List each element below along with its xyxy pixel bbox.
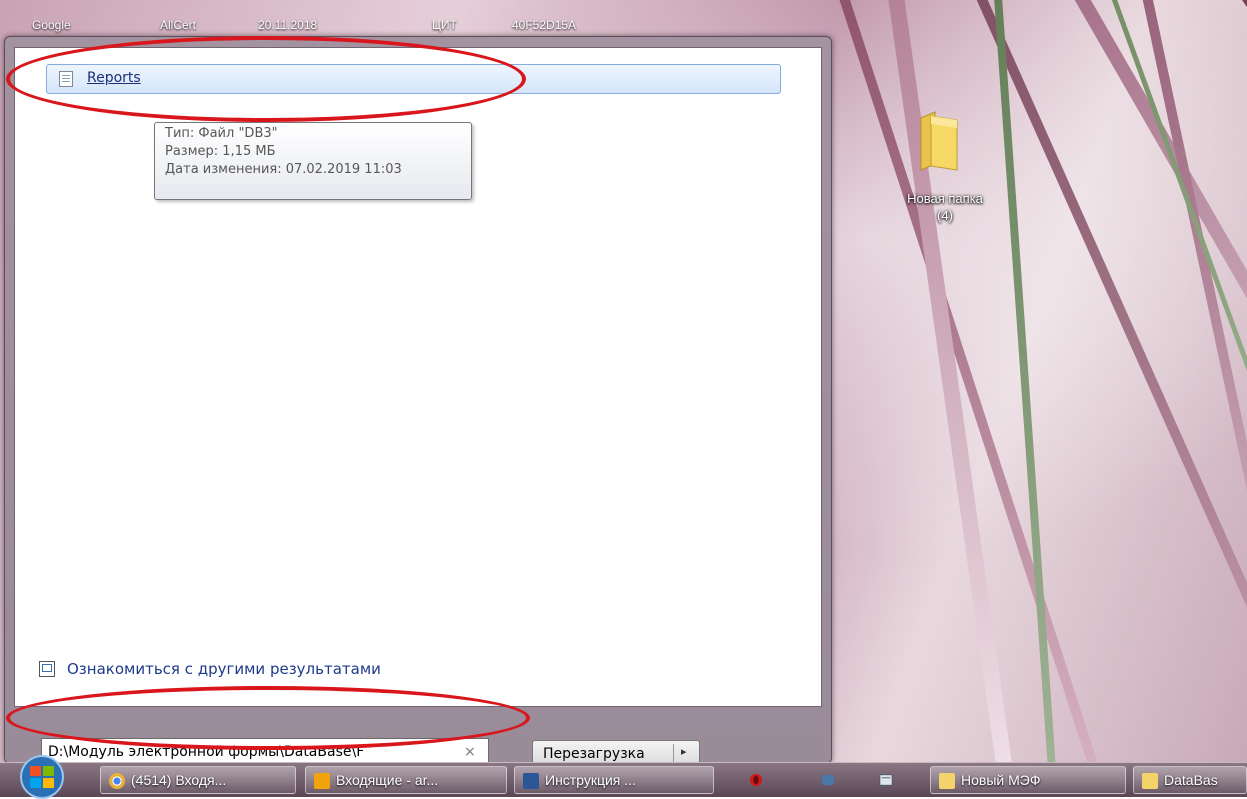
start-button[interactable]: [10, 755, 74, 799]
clear-search-icon[interactable]: ×: [464, 744, 476, 760]
see-more-label[interactable]: Ознакомиться с другими результатами: [67, 660, 381, 678]
folder-count: (4): [937, 208, 953, 223]
result-item-reports[interactable]: Reports: [46, 64, 781, 94]
folder-icon: [1142, 773, 1158, 789]
search-input-value[interactable]: D:\Модуль электронной формы\DataBase\F: [48, 744, 448, 760]
folder-icon: [939, 773, 955, 789]
tooltip-type: Тип: Файл "DB3": [165, 126, 278, 141]
desktop-icon-label[interactable]: AllCert: [160, 18, 196, 32]
tooltip-date: Дата изменения: 07.02.2019 11:03: [165, 162, 402, 177]
taskbar-button-folder-database[interactable]: DataBas: [1133, 766, 1247, 794]
taskbar-button-label[interactable]: Входящие - ar...: [336, 772, 438, 788]
outlook-icon: [314, 773, 330, 789]
taskbar-button-chrome[interactable]: (4514) Входя...: [100, 766, 296, 794]
desktop-icon-label[interactable]: 40F52D15A: [512, 18, 576, 32]
result-label[interactable]: Reports: [87, 70, 141, 86]
taskbar: (4514) Входя... Входящие - ar... Инструк…: [0, 755, 1247, 799]
vk-icon[interactable]: [820, 773, 836, 787]
tooltip-size: Размер: 1,15 МБ: [165, 144, 276, 159]
taskbar-button-label[interactable]: Инструкция ...: [545, 772, 636, 788]
word-icon: [523, 773, 539, 789]
desktop-top-icons: Google AllCert 20.11.2018 ЦИТ 40F52D15A: [0, 0, 640, 36]
taskbar-button-outlook[interactable]: Входящие - ar...: [305, 766, 507, 794]
desktop-icon-label[interactable]: Google: [32, 18, 71, 32]
file-tooltip: Тип: Файл "DB3" Размер: 1,15 МБ Дата изм…: [154, 122, 472, 200]
desktop-icon-label[interactable]: ЦИТ: [432, 18, 457, 32]
opera-icon[interactable]: [748, 773, 764, 787]
desktop-folder[interactable]: Новая папка (4): [881, 104, 1009, 238]
button-divider: [673, 744, 674, 764]
taskbar-button-label[interactable]: DataBas: [1164, 772, 1218, 788]
document-icon: [59, 71, 73, 87]
folder-label: Новая папка (4): [881, 190, 1009, 224]
folder-name: Новая папка: [907, 191, 983, 206]
folder-icon: [920, 111, 958, 171]
window-icon[interactable]: [878, 773, 894, 787]
taskbar-button-label[interactable]: Новый МЭФ: [961, 772, 1040, 788]
taskbar-button-label[interactable]: (4514) Входя...: [131, 772, 226, 788]
search-results-icon: [39, 661, 55, 677]
taskbar-button-word[interactable]: Инструкция ...: [514, 766, 714, 794]
chrome-icon: [109, 773, 125, 789]
taskbar-button-folder-new-mef[interactable]: Новый МЭФ: [930, 766, 1126, 794]
desktop-icon-label[interactable]: 20.11.2018: [258, 18, 317, 32]
restart-button-label[interactable]: Перезагрузка: [543, 746, 645, 762]
